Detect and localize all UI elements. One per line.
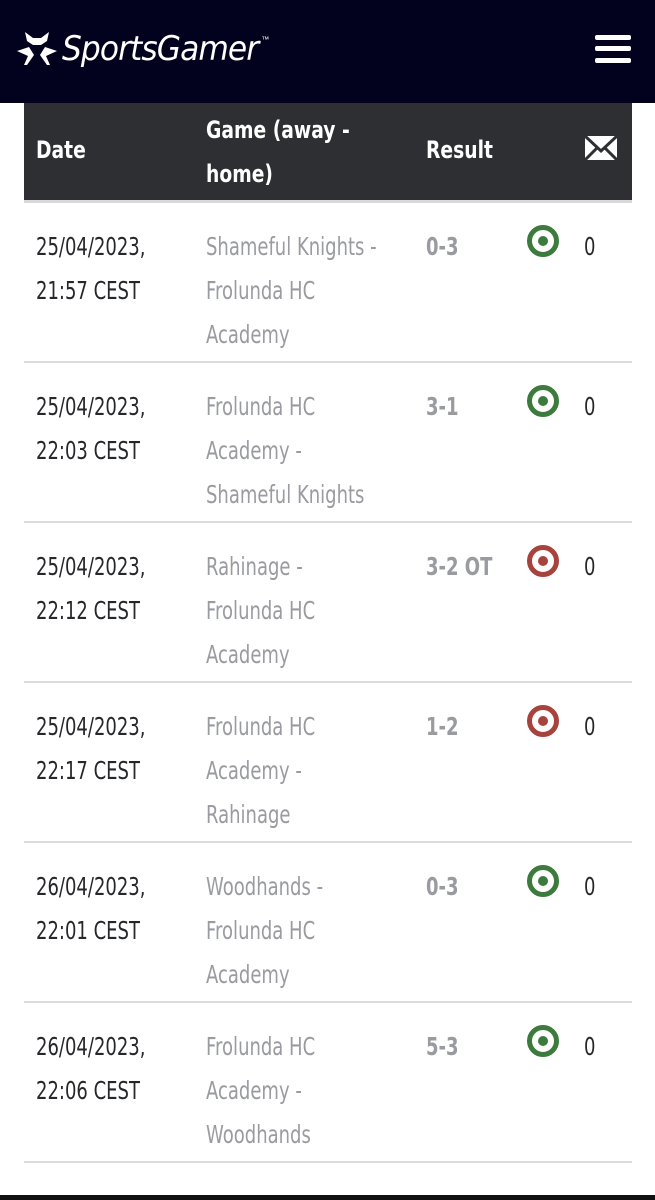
status-dot [538,1036,548,1046]
table-row[interactable]: 25/04/2023, 22:03 CEST Frolunda HC Acade… [24,363,632,523]
game-result: 3-1 [426,392,459,421]
game-matchup[interactable]: Frolunda HC Academy - Shameful Knights [206,385,408,517]
game-time: 22:06 CEST [36,1076,140,1105]
game-line-2: Academy - [206,1076,302,1105]
game-line-3: Rahinage [206,800,291,829]
game-time: 21:57 CEST [36,276,140,305]
column-header-date[interactable]: Date [36,128,86,172]
game-result: 5-3 [426,1032,459,1061]
game-result: 0-3 [426,232,459,261]
game-line-2: Frolunda HC [206,916,316,945]
game-line-1: Frolunda HC [206,392,316,421]
status-dot [538,876,548,886]
game-line-3: Woodhands [206,1120,311,1149]
status-ring [527,545,559,577]
message-count[interactable]: 0 [584,545,595,589]
game-time: 22:01 CEST [36,916,140,945]
game-line-2: Frolunda HC [206,276,316,305]
status-ring [527,1025,559,1057]
message-count[interactable]: 0 [584,1025,595,1069]
game-date: 25/04/2023, [36,232,146,261]
game-result: 0-3 [426,872,459,901]
table-row[interactable]: 26/04/2023, 22:06 CEST Frolunda HC Acade… [24,1003,632,1163]
game-line-1: Frolunda HC [206,712,316,741]
status-ring [527,385,559,417]
status-ring [527,225,559,257]
game-result: 3-2 OT [426,552,493,581]
loss-status-icon [527,545,559,577]
win-status-icon [527,1025,559,1057]
status-ring [527,865,559,897]
hamburger-menu-button[interactable] [595,34,631,63]
game-line-3: Academy [206,640,290,669]
game-datetime: 26/04/2023, 22:01 CEST [36,865,209,953]
column-header-result[interactable]: Result [426,128,493,172]
game-datetime: 25/04/2023, 22:12 CEST [36,545,209,633]
envelope-icon [584,135,618,161]
game-line-1: Woodhands - [206,872,324,901]
top-navigation-bar: SportsGamer ™ [0,0,655,103]
game-line-2: Academy - [206,436,302,465]
game-datetime: 26/04/2023, 22:06 CEST [36,1025,209,1113]
games-table: Date Game (away - home) Result 25/04/202… [24,103,632,1163]
game-date: 25/04/2023, [36,712,146,741]
game-datetime: 25/04/2023, 21:57 CEST [36,225,209,313]
game-matchup[interactable]: Rahinage - Frolunda HC Academy [206,545,408,677]
game-line-3: Academy [206,320,290,349]
table-row[interactable]: 25/04/2023, 22:12 CEST Rahinage - Frolun… [24,523,632,683]
game-matchup[interactable]: Frolunda HC Academy - Woodhands [206,1025,408,1157]
game-result: 1-2 [426,712,459,741]
status-ring [527,705,559,737]
game-matchup[interactable]: Woodhands - Frolunda HC Academy [206,865,408,997]
game-line-3: Shameful Knights [206,480,365,509]
game-date: 26/04/2023, [36,1032,146,1061]
column-header-game[interactable]: Game (away - home) [206,108,393,196]
win-status-icon [527,385,559,417]
game-line-2: Frolunda HC [206,596,316,625]
message-count[interactable]: 0 [584,865,595,909]
game-line-2: Academy - [206,756,302,785]
loss-status-icon [527,705,559,737]
game-time: 22:03 CEST [36,436,140,465]
bottom-edge [0,1195,655,1200]
game-time: 22:17 CEST [36,756,140,785]
message-count[interactable]: 0 [584,225,595,269]
table-row[interactable]: 25/04/2023, 21:57 CEST Shameful Knights … [24,203,632,363]
status-dot [538,236,548,246]
brand-name: SportsGamer [62,28,259,69]
status-dot [538,556,548,566]
trademark-symbol: ™ [261,35,270,44]
game-date: 25/04/2023, [36,392,146,421]
message-count[interactable]: 0 [584,705,595,749]
game-matchup[interactable]: Shameful Knights - Frolunda HC Academy [206,225,408,357]
game-line-1: Frolunda HC [206,1032,316,1061]
game-line-1: Shameful Knights - [206,232,377,261]
status-dot [538,396,548,406]
game-time: 22:12 CEST [36,596,140,625]
status-dot [538,716,548,726]
game-line-1: Rahinage - [206,552,303,581]
game-line-3: Academy [206,960,290,989]
win-status-icon [527,225,559,257]
table-header: Date Game (away - home) Result [24,103,632,203]
game-date: 26/04/2023, [36,872,146,901]
hamburger-line [595,57,631,63]
message-count[interactable]: 0 [584,385,595,429]
game-datetime: 25/04/2023, 22:17 CEST [36,705,209,793]
table-body: 25/04/2023, 21:57 CEST Shameful Knights … [24,203,632,1163]
win-status-icon [527,865,559,897]
brand-logo-link[interactable]: SportsGamer ™ [14,29,269,69]
game-matchup[interactable]: Frolunda HC Academy - Rahinage [206,705,408,837]
table-row[interactable]: 25/04/2023, 22:17 CEST Frolunda HC Acade… [24,683,632,843]
hamburger-line [595,46,631,51]
game-date: 25/04/2023, [36,552,146,581]
sportsgamer-logo-icon [17,31,57,65]
game-datetime: 25/04/2023, 22:03 CEST [36,385,209,473]
hamburger-menu-icon [595,34,631,40]
table-row[interactable]: 26/04/2023, 22:01 CEST Woodhands - Frolu… [24,843,632,1003]
